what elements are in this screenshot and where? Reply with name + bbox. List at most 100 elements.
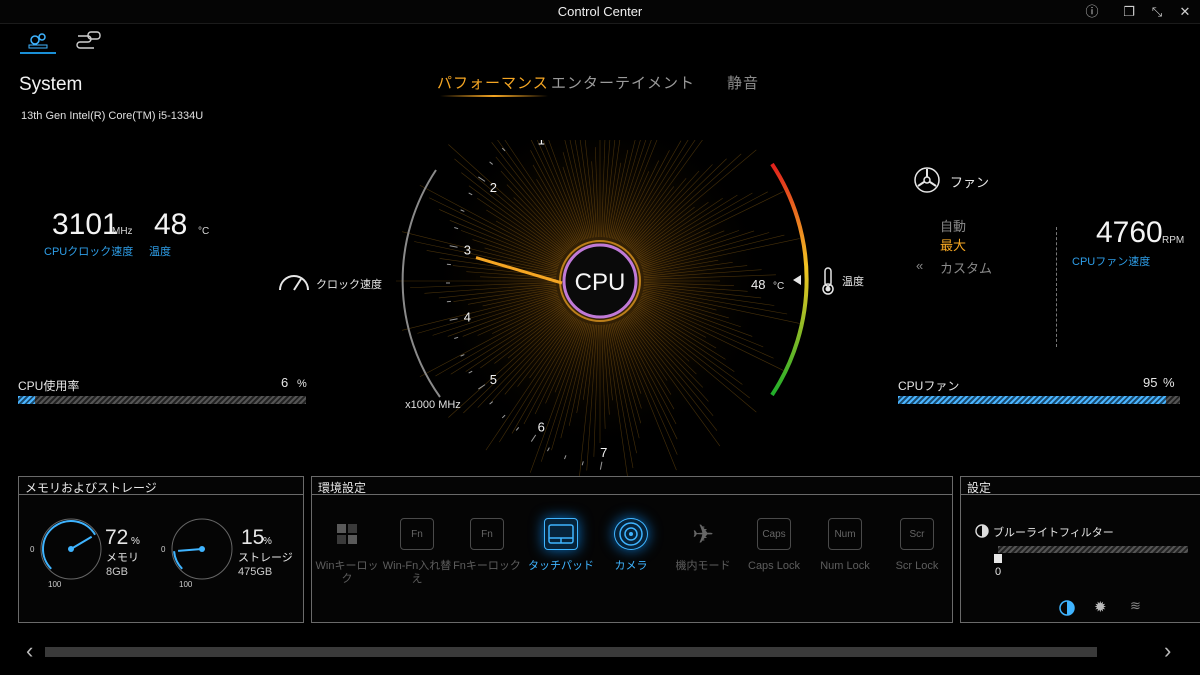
fan-rpm-value: 4760 xyxy=(1096,216,1163,249)
memory-gauge-needle xyxy=(70,535,93,550)
scroll-right-icon[interactable]: › xyxy=(1164,638,1171,664)
toggle-label: タッチパッド xyxy=(528,560,594,572)
info-icon[interactable]: ⓘ xyxy=(1081,2,1103,22)
cpu-clock-value: 3101 xyxy=(52,208,119,241)
toggle-windows[interactable]: Winキーロック xyxy=(312,518,382,586)
storage-label: ストレージ xyxy=(238,552,293,564)
bluelight-label: ブルーライトフィルター xyxy=(993,527,1114,539)
toggle-label: Num Lock xyxy=(820,560,870,572)
toggle-camera[interactable]: カメラ xyxy=(596,518,666,573)
gauge-clock-label: クロック速度 xyxy=(316,279,382,291)
fn-icon: Fn xyxy=(470,518,504,550)
restore-icon[interactable]: ❐ xyxy=(1118,2,1140,22)
toggle-fn[interactable]: Fn Fnキーロック xyxy=(452,518,522,573)
cpu-gauge: 01234567 CPU x1000 MHz 48 °C xyxy=(396,140,809,480)
scroll-left-icon[interactable]: ‹ xyxy=(26,638,33,664)
controller-icon xyxy=(76,31,101,49)
fan-mode-auto[interactable]: 自動 xyxy=(940,216,966,235)
clock-tick-label: 1 xyxy=(538,140,545,147)
cpu-clock-unit: MHz xyxy=(112,226,133,237)
toggle-label: Caps Lock xyxy=(748,560,800,572)
toggle-caps-lock[interactable]: Caps Caps Lock xyxy=(739,518,809,573)
gauge-center-label: CPU xyxy=(575,269,626,296)
fan-divider xyxy=(1056,227,1057,347)
tab-performance[interactable]: パフォーマンス xyxy=(437,72,549,93)
cpu-temp-unit: °C xyxy=(198,226,210,237)
fan-rpm-unit: RPM xyxy=(1162,235,1185,246)
storage-gauge-arc xyxy=(173,551,183,570)
toggle-touchpad[interactable]: タッチパッド xyxy=(526,518,596,573)
camera-icon xyxy=(614,518,648,550)
memory-gauge-min: 0 xyxy=(30,545,35,554)
cpu-usage-bar xyxy=(18,396,306,404)
toggle-fn-swap[interactable]: Fn Win-Fn入れ替え xyxy=(382,518,452,586)
cpu-temp-label: 温度 xyxy=(149,246,171,258)
memory-storage-title: メモリおよびストレージ xyxy=(19,477,303,495)
clock-tick-mark xyxy=(564,455,567,460)
clock-tick-mark xyxy=(581,461,584,466)
eye-care-icon[interactable] xyxy=(1058,599,1076,622)
fan-bar-value: 95 xyxy=(1143,375,1158,390)
cpu-model: 13th Gen Intel(R) Core(TM) i5-1334U xyxy=(21,110,204,122)
tab-silent[interactable]: 静音 xyxy=(727,72,759,93)
memory-gauge-arc xyxy=(42,520,96,570)
clock-tick-label: 6 xyxy=(538,420,545,435)
toggle-label: Fnキーロック xyxy=(453,560,521,572)
fan-mode-max[interactable]: 最大 xyxy=(940,235,966,254)
toggle-airplane[interactable]: ✈ 機内モード xyxy=(668,518,738,573)
cpu-usage-fill xyxy=(18,396,36,404)
system-settings-icon xyxy=(28,33,48,49)
bluelight-slider[interactable] xyxy=(998,546,1188,553)
memory-size: 8GB xyxy=(106,566,129,578)
tab-devices[interactable] xyxy=(74,28,110,54)
clock-tick-mark xyxy=(599,461,603,470)
waveform-icon[interactable]: ≋ xyxy=(1130,598,1141,614)
storage-percent-unit: % xyxy=(263,536,272,547)
bluelight-slider-handle[interactable] xyxy=(994,554,1002,563)
fan-bar-label: CPUファン xyxy=(898,379,960,393)
toggle-scroll-lock[interactable]: Scr Scr Lock xyxy=(882,518,952,573)
toggle-num-lock[interactable]: Num Num Lock xyxy=(810,518,880,573)
tab-system[interactable] xyxy=(20,28,56,54)
temperature-arc xyxy=(770,162,809,397)
fan-mode-custom-icon[interactable]: « xyxy=(916,258,923,273)
storage-gauge-max: 100 xyxy=(179,580,193,589)
clock-tick-mark xyxy=(547,447,550,452)
airplane-icon: ✈ xyxy=(692,518,714,549)
brightness-icon[interactable]: ✹ xyxy=(1094,598,1107,616)
fan-title: ファン xyxy=(950,175,990,190)
memory-gauge-max: 100 xyxy=(48,580,62,589)
clock-tick-label: 5 xyxy=(490,372,497,387)
memory-percent-unit: % xyxy=(131,536,140,547)
fan-mode-custom[interactable]: カスタム xyxy=(940,258,992,277)
bluelight-icon xyxy=(975,524,989,543)
gauge-temp-value: 48 xyxy=(751,277,765,292)
window-title: Control Center xyxy=(557,4,643,19)
clock-tick-label: 4 xyxy=(464,310,471,325)
fan-rpm-label: CPUファン速度 xyxy=(1072,256,1151,268)
cpu-usage-label: CPU使用率 xyxy=(18,379,80,393)
gauge-temp-unit: °C xyxy=(773,281,784,292)
toggle-label: Scr Lock xyxy=(895,560,939,572)
clock-tick-label: 2 xyxy=(490,180,497,195)
scroll-lock-icon: Scr xyxy=(900,518,934,550)
windows-icon xyxy=(330,518,364,550)
shrink-icon[interactable]: ⤡ xyxy=(1146,2,1168,22)
toggle-label: Win-Fn入れ替え xyxy=(382,560,452,585)
fan-speed-fill xyxy=(898,396,1166,404)
horizontal-scrollbar[interactable] xyxy=(45,647,1097,657)
close-icon[interactable]: ✕ xyxy=(1174,2,1196,22)
toggle-label: 機内モード xyxy=(675,560,731,572)
cpu-clock-label: CPUクロック速度 xyxy=(44,246,134,258)
toggle-label: Winキーロック xyxy=(315,560,379,585)
memory-percent: 72 xyxy=(105,526,129,549)
memory-gauge xyxy=(40,518,102,580)
storage-gauge xyxy=(171,518,233,580)
num-lock-icon: Num xyxy=(828,518,862,550)
storage-gauge-min: 0 xyxy=(161,545,166,554)
bluelight-value: 0 xyxy=(995,566,1002,578)
storage-size: 475GB xyxy=(238,566,273,578)
tab-entertainment[interactable]: エンターテイメント xyxy=(551,72,695,93)
clock-tick-label: 7 xyxy=(600,445,607,460)
gauge-temp-label: 温度 xyxy=(842,276,864,288)
